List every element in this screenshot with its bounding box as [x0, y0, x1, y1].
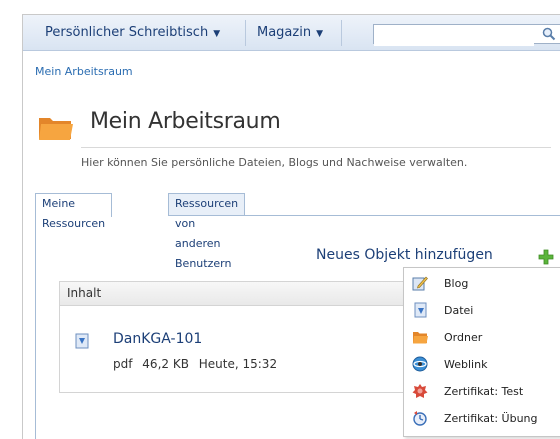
search-box: [373, 24, 560, 46]
nav-menu-magazine[interactable]: Magazin ▼: [247, 15, 333, 51]
tab-my-resources[interactable]: Meine Ressourcen: [35, 193, 113, 230]
folder-icon: [39, 118, 73, 140]
menu-item-blog[interactable]: Blog: [404, 270, 560, 297]
file-type: pdf: [113, 357, 133, 371]
nav-separator: [341, 20, 342, 46]
content-table: Inhalt DanKGA-101 pdf 46,2 KB Heute, 15:…: [59, 281, 405, 393]
menu-item-certificate-test-label: Zertifikat: Test: [444, 385, 524, 398]
file-size: 46,2 KB: [142, 357, 189, 371]
table-header: Inhalt: [60, 282, 404, 306]
pdf-file-icon: [75, 333, 89, 349]
menu-item-weblink-label: Weblink: [444, 358, 488, 371]
certificate-test-icon: [412, 384, 428, 398]
add-new-object-link[interactable]: Neues Objekt hinzufügen: [316, 247, 493, 263]
search-input[interactable]: [374, 28, 534, 46]
menu-item-file-label: Datei: [444, 304, 474, 317]
tab-resources-other-users[interactable]: Ressourcen von anderen Benutzern: [168, 193, 246, 270]
menu-item-file[interactable]: Datei: [404, 297, 560, 324]
menu-item-certificate-test[interactable]: Zertifikat: Test: [404, 378, 560, 405]
page-subtitle: Hier können Sie persönliche Dateien, Blo…: [81, 147, 551, 169]
nav-separator: [245, 20, 246, 46]
menu-item-folder[interactable]: Ordner: [404, 324, 560, 351]
plus-icon[interactable]: [538, 249, 554, 265]
chevron-down-icon: ▼: [316, 29, 323, 39]
top-navigation-bar: Persönlicher Schreibtisch ▼ Magazin ▼: [23, 15, 560, 51]
menu-item-folder-label: Ordner: [444, 331, 483, 344]
file-date: Heute, 15:32: [198, 357, 278, 371]
weblink-icon: [412, 356, 428, 372]
nav-menu-personal-desk[interactable]: Persönlicher Schreibtisch ▼: [35, 15, 230, 51]
menu-item-blog-label: Blog: [444, 277, 469, 290]
search-icon[interactable]: [542, 27, 556, 41]
file-meta: pdf 46,2 KB Heute, 15:32: [113, 357, 283, 371]
workspace-page: Persönlicher Schreibtisch ▼ Magazin ▼ Mein…: [22, 14, 560, 439]
file-icon: [414, 302, 427, 318]
new-object-dropdown: Blog Datei Ordner Weblink Zertifikat: Te…: [403, 267, 560, 437]
menu-item-certificate-exercise[interactable]: Zertifikat: Übung: [404, 405, 560, 432]
folder-icon: [413, 332, 428, 344]
breadcrumb[interactable]: Mein Arbeitsraum: [35, 65, 133, 78]
certificate-exercise-icon: [413, 411, 427, 426]
page-title: Mein Arbeitsraum: [90, 109, 281, 134]
chevron-down-icon: ▼: [213, 29, 221, 39]
menu-item-certificate-exercise-label: Zertifikat: Übung: [444, 412, 538, 425]
nav-menu-magazine-label: Magazin: [257, 25, 312, 40]
menu-item-weblink[interactable]: Weblink: [404, 351, 560, 378]
nav-menu-personal-desk-label: Persönlicher Schreibtisch: [45, 25, 209, 40]
file-link[interactable]: DanKGA-101: [113, 331, 202, 347]
blog-icon: [412, 276, 428, 291]
